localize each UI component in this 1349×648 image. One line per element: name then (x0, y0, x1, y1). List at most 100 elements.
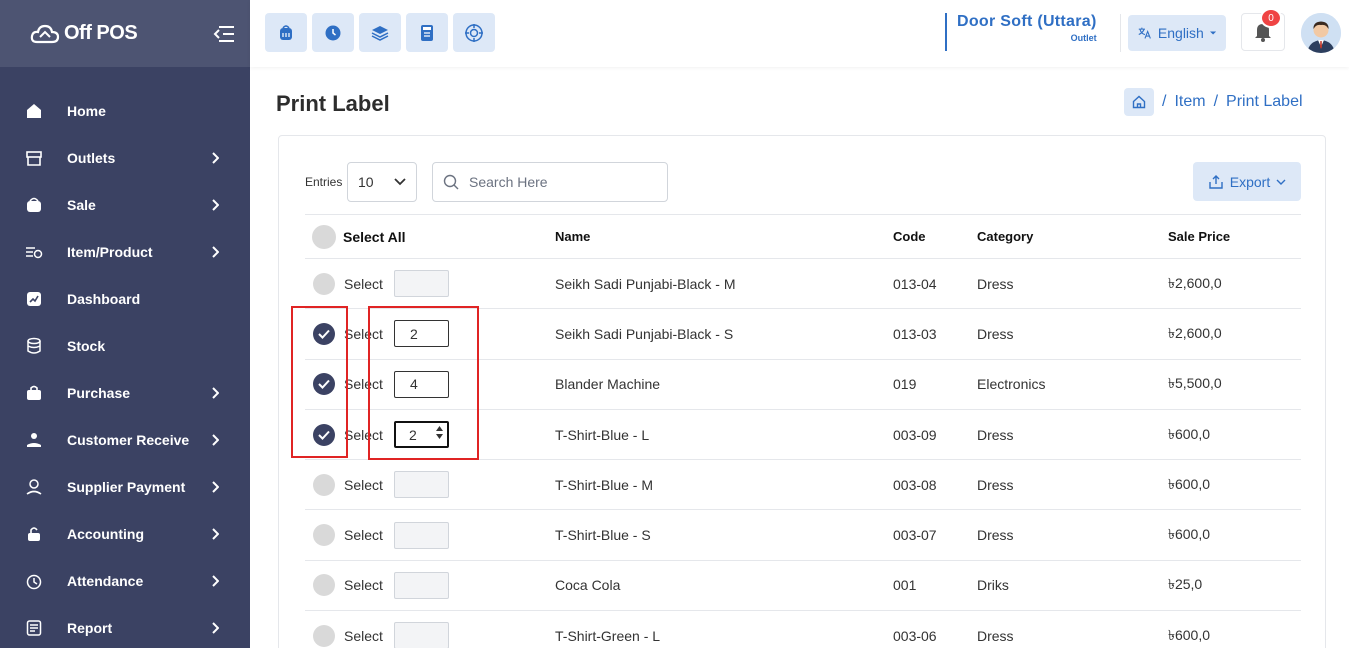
report-icon (25, 619, 43, 637)
category-cell: Electronics (977, 359, 1168, 410)
export-button[interactable]: Export (1193, 162, 1301, 201)
price-cell: ৳600,0 (1168, 459, 1301, 511)
logo-bar: Off POS (0, 0, 250, 67)
select-cell: Select (305, 560, 555, 612)
table-row: Select T-Shirt-Blue - M 003-08 Dress ৳60… (305, 459, 1301, 511)
notification-count-badge: 0 (1260, 8, 1282, 28)
row-select-label: Select (344, 376, 383, 393)
label-quantity-input[interactable]: 4 (394, 370, 449, 398)
search-input[interactable] (469, 174, 649, 190)
sidebar-item-label: Report (67, 619, 113, 636)
app-logo[interactable]: Off POS (30, 22, 138, 45)
outlet-selector[interactable]: Door Soft (Uttara) Outlet (945, 13, 1097, 51)
spin-down-icon (436, 434, 443, 440)
label-quantity-input[interactable] (394, 270, 449, 298)
sidebar-item-item-product[interactable]: Item/Product (0, 228, 250, 275)
price-cell: ৳2,600,0 (1168, 308, 1301, 360)
wallet-icon (25, 478, 43, 496)
page-title: Print Label (276, 91, 390, 116)
quick-actions (265, 13, 495, 52)
row-select-checkbox[interactable] (313, 322, 335, 345)
row-select-label: Select (344, 527, 383, 544)
sidebar-item-supplier-payment[interactable]: Supplier Payment (0, 463, 250, 510)
sidebar-item-accounting[interactable]: Accounting (0, 510, 250, 557)
price-cell: ৳25,0 (1168, 560, 1301, 612)
price-cell: ৳600,0 (1168, 509, 1301, 561)
item-list-icon (25, 243, 43, 261)
code-cell: 013-03 (893, 308, 977, 360)
sale-price-header[interactable]: Sale Price (1168, 214, 1301, 259)
outlet-name: Door Soft (Uttara) (957, 13, 1097, 30)
row-select-checkbox[interactable] (313, 624, 335, 647)
quantity-stepper[interactable] (436, 426, 443, 440)
name-cell: T-Shirt-Green - L (555, 610, 893, 648)
category-header[interactable]: Category (977, 214, 1168, 259)
row-select-checkbox[interactable] (313, 524, 335, 547)
label-quantity-input[interactable] (394, 471, 449, 499)
label-quantity-input[interactable] (394, 521, 449, 549)
sidebar-toggle-button[interactable] (212, 22, 236, 46)
user-avatar[interactable] (1301, 13, 1341, 53)
breadcrumb-item[interactable]: Item (1174, 93, 1205, 111)
entries-select[interactable]: 10 (347, 162, 417, 202)
table-row: Select Seikh Sadi Punjabi-Black - M 013-… (305, 258, 1301, 310)
target-button[interactable] (453, 13, 495, 52)
print-label-card: Entries 10 Export Select All Name Code (278, 135, 1326, 648)
label-quantity-input[interactable]: 2 (394, 320, 449, 348)
row-select-checkbox[interactable] (313, 574, 335, 597)
sidebar-item-label: Stock (67, 337, 106, 354)
select-all-header: Select All (305, 214, 555, 259)
name-header[interactable]: Name (555, 214, 893, 259)
breadcrumb-separator: / (1213, 93, 1219, 110)
language-selector[interactable]: English (1128, 15, 1226, 51)
lock-icon (25, 525, 43, 543)
search-box (432, 162, 668, 202)
sidebar-item-attendance[interactable]: Attendance (0, 557, 250, 604)
breadcrumb-separator: / (1162, 93, 1167, 110)
caret-down-icon (1209, 31, 1216, 35)
translate-icon (1138, 27, 1151, 39)
table-row: Select Coca Cola 001 Driks ৳25,0 (305, 560, 1301, 612)
price-cell: ৳2,600,0 (1168, 258, 1301, 310)
sidebar-item-dashboard[interactable]: Dashboard (0, 275, 250, 322)
select-cell: Select (305, 258, 555, 310)
row-select-checkbox[interactable] (313, 423, 335, 446)
sidebar-item-sale[interactable]: Sale (0, 181, 250, 228)
table-row: Select 4 Blander Machine 019 Electronics… (305, 359, 1301, 410)
sidebar: Off POS Home Outlets Sale Item/Product D… (0, 0, 250, 648)
sidebar-item-stock[interactable]: Stock (0, 322, 250, 369)
label-quantity-input[interactable] (394, 571, 449, 599)
code-header[interactable]: Code (893, 214, 977, 259)
layers-button[interactable] (359, 13, 401, 52)
sidebar-item-label: Accounting (67, 525, 144, 542)
attendance-button[interactable] (312, 13, 354, 52)
row-select-checkbox[interactable] (313, 373, 335, 396)
sidebar-item-label: Dashboard (67, 290, 141, 307)
breadcrumb-current: Print Label (1226, 93, 1303, 110)
chevron-right-icon (210, 574, 220, 588)
select-all-label: Select All (343, 228, 406, 245)
sidebar-item-customer-receive[interactable]: Customer Receive (0, 416, 250, 463)
sidebar-item-report[interactable]: Report (0, 604, 250, 648)
chevron-right-icon (210, 480, 220, 494)
language-label: English (1157, 25, 1204, 41)
user-avatar-icon (1301, 13, 1341, 53)
calculator-button[interactable] (406, 13, 448, 52)
label-quantity-input[interactable]: 2 (394, 421, 449, 449)
row-select-label: Select (344, 275, 383, 292)
row-select-checkbox[interactable] (313, 473, 335, 496)
check-icon (318, 380, 330, 390)
sidebar-item-outlets[interactable]: Outlets (0, 134, 250, 181)
label-quantity-input[interactable] (394, 622, 449, 648)
sidebar-item-home[interactable]: Home (0, 87, 250, 134)
table-row: Select 2 T-Shirt-Blue - L 003-09 Dress ৳… (305, 409, 1301, 461)
select-all-checkbox[interactable] (312, 224, 336, 249)
sidebar-item-purchase[interactable]: Purchase (0, 369, 250, 416)
breadcrumb-home-button[interactable] (1124, 88, 1154, 116)
basket-icon (25, 196, 43, 214)
category-cell: Dress (977, 459, 1168, 511)
layers-icon (371, 25, 389, 41)
pos-button[interactable] (265, 13, 307, 52)
row-select-label: Select (344, 627, 383, 644)
row-select-checkbox[interactable] (313, 272, 335, 295)
